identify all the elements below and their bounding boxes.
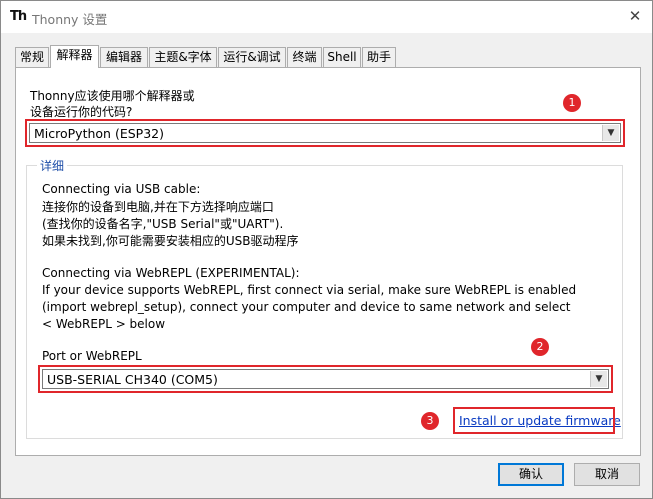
settings-dialog: Th Thonny 设置 ✕ 常规 解释器 编辑器 主题&字体 运行&调试 终端… (0, 0, 653, 499)
webrepl-instruction-3: < WebREPL > below (42, 317, 166, 331)
thonny-app-icon: Th (10, 9, 27, 24)
interpreter-question-line2: 设备运行你的代码? (30, 105, 133, 119)
webrepl-instruction-2: (import webrepl_setup), connect your com… (42, 300, 571, 314)
webrepl-heading: Connecting via WebREPL (EXPERIMENTAL): (42, 266, 300, 280)
close-icon[interactable]: ✕ (626, 7, 644, 25)
webrepl-instruction-1: If your device supports WebREPL, first c… (42, 283, 577, 297)
port-label: Port or WebREPL (42, 349, 142, 363)
annotation-badge-1: 1 (563, 94, 581, 112)
annotation-badge-2: 2 (531, 338, 549, 356)
highlight-box-interpreter (25, 119, 625, 147)
usb-instruction-2: (查找你的设备名字,"USB Serial"或"UART"). (42, 217, 284, 231)
highlight-box-firmware (453, 407, 615, 434)
tab-editor[interactable]: 编辑器 (100, 47, 148, 67)
interpreter-question-line1: Thonny应该使用哪个解释器或 (30, 89, 195, 103)
annotation-badge-3: 3 (421, 412, 439, 430)
usb-heading: Connecting via USB cable: (42, 182, 201, 196)
usb-instruction-1: 连接你的设备到电脑,并在下方选择响应端口 (42, 200, 274, 214)
tab-terminal[interactable]: 终端 (287, 47, 322, 67)
ok-button[interactable]: 确认 (498, 463, 564, 486)
title-bar: Th Thonny 设置 ✕ (1, 1, 652, 33)
tab-general[interactable]: 常规 (15, 47, 49, 67)
details-group-label: 详细 (37, 157, 68, 174)
highlight-box-port (38, 365, 613, 393)
cancel-button[interactable]: 取消 (574, 463, 640, 486)
tab-run-debug[interactable]: 运行&调试 (218, 47, 286, 67)
tab-assistant[interactable]: 助手 (362, 47, 396, 67)
window-title: Thonny 设置 (32, 12, 108, 27)
usb-instruction-3: 如果未找到,你可能需要安装相应的USB驱动程序 (42, 234, 299, 248)
tab-shell[interactable]: Shell (323, 47, 361, 67)
tab-theme-font[interactable]: 主题&字体 (149, 47, 217, 67)
tab-interpreter[interactable]: 解释器 (50, 45, 99, 68)
